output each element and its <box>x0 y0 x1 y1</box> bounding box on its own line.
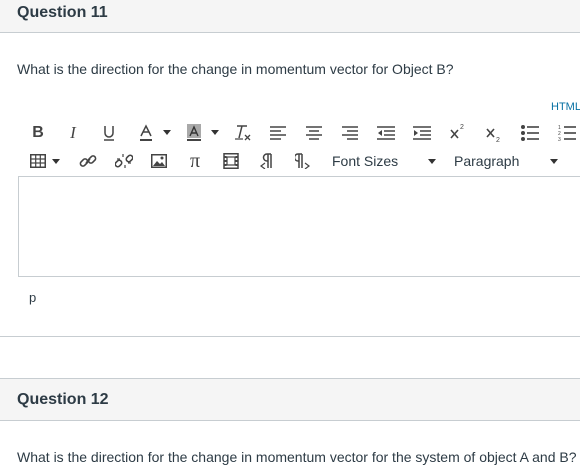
superscript-icon[interactable]: 2 <box>448 120 468 142</box>
text-color-icon[interactable] <box>137 122 155 144</box>
italic-icon[interactable]: I <box>64 122 82 144</box>
subscript-icon[interactable]: 2 <box>484 123 504 145</box>
question-12-header: Question 12 <box>0 378 580 421</box>
editor-content[interactable] <box>19 177 580 193</box>
svg-text:3: 3 <box>558 137 561 141</box>
question-text: What is the direction for the change in … <box>17 449 577 465</box>
rich-text-editor-area[interactable] <box>18 176 580 277</box>
svg-text:2: 2 <box>496 137 500 143</box>
image-icon[interactable] <box>150 150 168 172</box>
unlink-icon[interactable] <box>114 150 134 172</box>
font-sizes-dropdown[interactable]: Font Sizes <box>325 150 441 172</box>
svg-text:2: 2 <box>460 124 464 131</box>
align-right-icon[interactable] <box>341 122 359 144</box>
rtl-icon[interactable] <box>294 150 312 172</box>
bold-icon[interactable]: B <box>29 122 47 144</box>
table-dropdown-icon[interactable] <box>52 159 60 164</box>
link-icon[interactable] <box>78 150 98 172</box>
math-icon[interactable]: π <box>186 150 204 172</box>
outdent-icon[interactable] <box>377 122 395 144</box>
chevron-down-icon <box>550 159 558 164</box>
element-path-indicator[interactable]: p <box>29 290 36 305</box>
question-text: What is the direction for the change in … <box>17 61 454 77</box>
background-color-dropdown-icon[interactable] <box>211 130 219 135</box>
ltr-icon[interactable] <box>258 150 276 172</box>
paragraph-label: Paragraph <box>454 153 520 169</box>
divider <box>0 336 580 337</box>
align-center-icon[interactable] <box>305 122 323 144</box>
question-title: Question 12 <box>17 391 109 408</box>
text-color-dropdown-icon[interactable] <box>163 130 171 135</box>
media-icon[interactable] <box>222 150 240 172</box>
underline-icon[interactable] <box>100 122 118 144</box>
question-11-header: Question 11 <box>0 0 580 33</box>
chevron-down-icon <box>428 159 436 164</box>
background-color-icon[interactable] <box>185 122 203 144</box>
clear-formatting-icon[interactable] <box>233 122 253 144</box>
font-sizes-label: Font Sizes <box>332 153 399 169</box>
numbered-list-icon[interactable]: 123 <box>557 122 577 144</box>
bullet-list-icon[interactable] <box>520 122 540 144</box>
question-title: Question 11 <box>17 4 108 21</box>
paragraph-dropdown[interactable]: Paragraph <box>447 150 563 172</box>
align-left-icon[interactable] <box>269 122 287 144</box>
html-editor-link[interactable]: HTML <box>551 101 580 113</box>
table-icon[interactable] <box>29 150 47 172</box>
indent-icon[interactable] <box>413 122 431 144</box>
